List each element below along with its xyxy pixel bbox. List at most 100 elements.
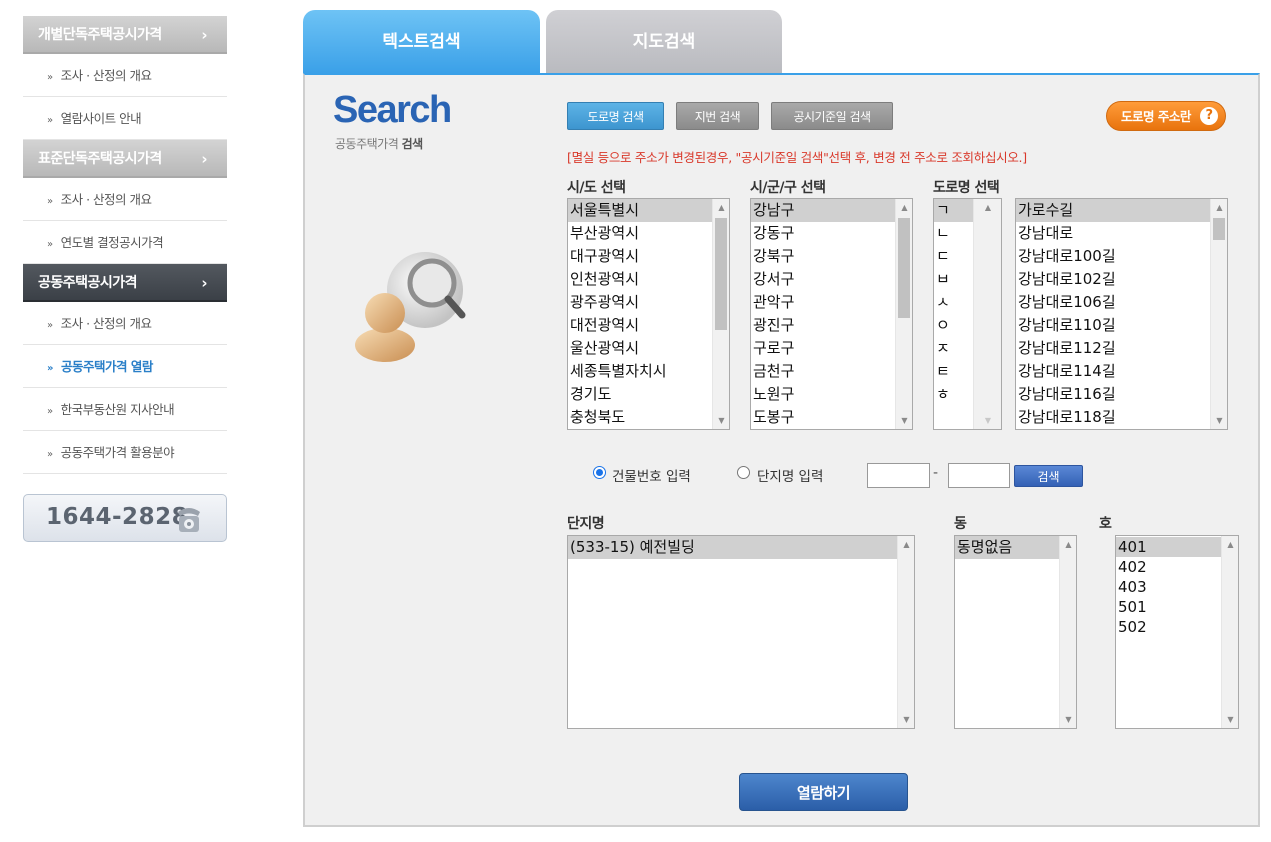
sidebar-section-apartment[interactable]: 공동주택공시가격 ›: [23, 264, 227, 302]
scroll-up-icon[interactable]: ▲: [1222, 536, 1238, 553]
sido-option[interactable]: 세종특별자치시: [568, 360, 729, 383]
complex-name-radio-label[interactable]: 단지명 입력: [757, 465, 823, 485]
complex-select[interactable]: (533-15) 예전빌딩 ▲ ▼: [567, 535, 915, 729]
base-date-search-button[interactable]: 공시기준일 검색: [771, 102, 893, 130]
search-subtitle-bold: 검색: [401, 137, 424, 151]
scroll-down-icon[interactable]: ▼: [1211, 412, 1227, 429]
sigungu-option[interactable]: 구로구: [751, 337, 912, 360]
scroll-up-icon[interactable]: ▲: [1060, 536, 1076, 553]
scroll-thumb[interactable]: [898, 218, 910, 318]
sidebar-section-individual-house[interactable]: 개별단독주택공시가격 ›: [23, 16, 227, 54]
sidebar-section-title: 표준단독주택공시가격: [38, 151, 162, 167]
sido-option[interactable]: 부산광역시: [568, 222, 729, 245]
road-name-select[interactable]: 가로수길 강남대로 강남대로100길 강남대로102길 강남대로106길 강남대로110길…: [1015, 198, 1228, 430]
scroll-up-icon[interactable]: ▲: [974, 199, 1001, 216]
scrollbar[interactable]: ▲ ▼: [897, 536, 914, 728]
sido-option[interactable]: 광주광역시: [568, 291, 729, 314]
scroll-thumb[interactable]: [715, 218, 727, 330]
tab-map-search[interactable]: 지도검색: [546, 10, 782, 74]
search-button[interactable]: 검색: [1014, 465, 1083, 487]
road-address-info-button[interactable]: 도로명 주소란 ?: [1106, 101, 1226, 131]
scroll-up-icon[interactable]: ▲: [896, 199, 912, 216]
building-number-radio[interactable]: [593, 466, 606, 479]
tab-text-search[interactable]: 텍스트검색: [303, 10, 540, 74]
building-main-number-input[interactable]: [867, 463, 930, 488]
road-name-option[interactable]: 강남대로: [1016, 222, 1227, 245]
sigungu-option[interactable]: 강서구: [751, 268, 912, 291]
road-name-option[interactable]: 강남대로106길: [1016, 291, 1227, 314]
sidebar-item-individual-site-guide[interactable]: » 열람사이트 안내: [23, 97, 227, 140]
scrollbar[interactable]: ▲ ▼: [973, 199, 1001, 429]
sidebar-item-standard-overview[interactable]: » 조사 · 산정의 개요: [23, 178, 227, 221]
sidebar-item-individual-overview[interactable]: » 조사 · 산정의 개요: [23, 54, 227, 97]
sigungu-option[interactable]: 광진구: [751, 314, 912, 337]
sidebar-item-label: 공동주택가격 열람: [60, 359, 153, 374]
building-number-radio-label[interactable]: 건물번호 입력: [612, 465, 691, 485]
ho-option[interactable]: 402: [1116, 557, 1238, 577]
road-name-option[interactable]: 강남대로110길: [1016, 314, 1227, 337]
road-name-option[interactable]: 강남대로114길: [1016, 360, 1227, 383]
building-sub-number-input[interactable]: [948, 463, 1010, 488]
road-name-option[interactable]: 강남대로100길: [1016, 245, 1227, 268]
road-name-option[interactable]: 강남대로102길: [1016, 268, 1227, 291]
scroll-down-icon[interactable]: ▼: [898, 711, 914, 728]
sigungu-option[interactable]: 강남구: [751, 199, 912, 222]
sidebar-item-apartment-view[interactable]: » 공동주택가격 열람: [23, 345, 227, 388]
scroll-down-icon[interactable]: ▼: [896, 412, 912, 429]
ho-select[interactable]: 401 402 403 501 502 ▲ ▼: [1115, 535, 1239, 729]
scroll-down-icon[interactable]: ▼: [1222, 711, 1238, 728]
scroll-down-icon[interactable]: ▼: [974, 412, 1001, 429]
scroll-down-icon[interactable]: ▼: [713, 412, 729, 429]
sidebar-item-standard-yearly[interactable]: » 연도별 결정공시가격: [23, 221, 227, 264]
dong-option[interactable]: 동명없음: [955, 536, 1076, 559]
sigungu-option[interactable]: 금천구: [751, 360, 912, 383]
search-panel: Search 공동주택가격 검색 도로명 검색 지번 검색 공시기준일 검색 도…: [303, 73, 1260, 827]
scrollbar[interactable]: ▲ ▼: [895, 199, 912, 429]
sido-option[interactable]: 인천광역시: [568, 268, 729, 291]
sido-option[interactable]: 대전광역시: [568, 314, 729, 337]
sido-option[interactable]: 경기도: [568, 383, 729, 406]
road-name-option[interactable]: 가로수길: [1016, 199, 1227, 222]
complex-name-radio[interactable]: [737, 466, 750, 479]
sidebar-item-usage-fields[interactable]: » 공동주택가격 활용분야: [23, 431, 227, 474]
complex-option[interactable]: (533-15) 예전빌딩: [568, 536, 914, 559]
ho-option[interactable]: 501: [1116, 597, 1238, 617]
sido-option[interactable]: 서울특별시: [568, 199, 729, 222]
dong-select[interactable]: 동명없음 ▲ ▼: [954, 535, 1077, 729]
scroll-thumb[interactable]: [1213, 218, 1225, 240]
road-name-option[interactable]: 강남대로118길: [1016, 406, 1227, 429]
sigungu-option[interactable]: 강북구: [751, 245, 912, 268]
view-button[interactable]: 열람하기: [739, 773, 908, 811]
scroll-down-icon[interactable]: ▼: [1060, 711, 1076, 728]
scroll-up-icon[interactable]: ▲: [713, 199, 729, 216]
scrollbar[interactable]: ▲ ▼: [1059, 536, 1076, 728]
sigungu-option[interactable]: 노원구: [751, 383, 912, 406]
sidebar-item-branch-guide[interactable]: » 한국부동산원 지사안내: [23, 388, 227, 431]
ho-option[interactable]: 401: [1116, 537, 1238, 557]
sidebar-item-label: 공동주택가격 활용분야: [60, 445, 175, 460]
search-logo: Search: [333, 89, 452, 131]
sigungu-option[interactable]: 도봉구: [751, 406, 912, 429]
sidebar-section-title: 공동주택공시가격: [38, 275, 138, 291]
ho-option[interactable]: 403: [1116, 577, 1238, 597]
road-name-option[interactable]: 강남대로112길: [1016, 337, 1227, 360]
sigungu-select[interactable]: 강남구 강동구 강북구 강서구 관악구 광진구 구로구 금천구 노원구 도봉구 ▲ ▼: [750, 198, 913, 430]
sigungu-option[interactable]: 관악구: [751, 291, 912, 314]
sigungu-option[interactable]: 강동구: [751, 222, 912, 245]
sido-option[interactable]: 충청북도: [568, 406, 729, 429]
scroll-up-icon[interactable]: ▲: [1211, 199, 1227, 216]
scroll-up-icon[interactable]: ▲: [898, 536, 914, 553]
scrollbar[interactable]: ▲ ▼: [1221, 536, 1238, 728]
sido-option[interactable]: 울산광역시: [568, 337, 729, 360]
scrollbar[interactable]: ▲ ▼: [712, 199, 729, 429]
sido-select[interactable]: 서울특별시 부산광역시 대구광역시 인천광역시 광주광역시 대전광역시 울산광역시 세종특별자…: [567, 198, 730, 430]
scrollbar[interactable]: ▲ ▼: [1210, 199, 1227, 429]
road-initial-select[interactable]: ㄱㄴㄷㅂㅅㅇㅈㅌㅎ ▲ ▼: [933, 198, 1002, 430]
lot-number-search-button[interactable]: 지번 검색: [676, 102, 759, 130]
road-name-option[interactable]: 강남대로116길: [1016, 383, 1227, 406]
sido-option[interactable]: 대구광역시: [568, 245, 729, 268]
sidebar-item-apartment-overview[interactable]: » 조사 · 산정의 개요: [23, 302, 227, 345]
road-name-search-button[interactable]: 도로명 검색: [567, 102, 664, 130]
ho-option[interactable]: 502: [1116, 617, 1238, 637]
sidebar-section-standard-house[interactable]: 표준단독주택공시가격 ›: [23, 140, 227, 178]
